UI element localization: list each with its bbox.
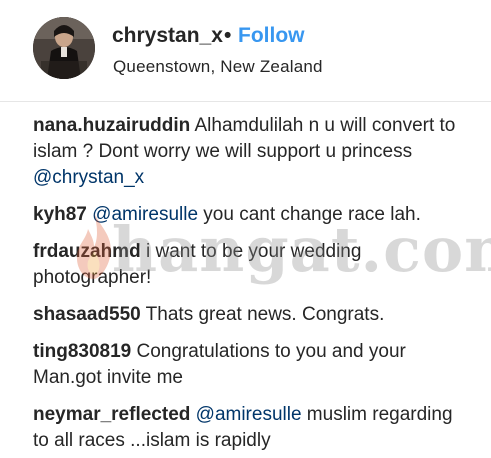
comment-item: neymar_reflected @amiresulle muslim rega… xyxy=(33,402,473,454)
comment-author[interactable]: neymar_reflected xyxy=(33,404,190,425)
comment-item: kyh87 @amiresulle you cant change race l… xyxy=(33,202,473,228)
avatar[interactable] xyxy=(33,17,95,79)
comment-author[interactable]: nana.huzairuddin xyxy=(33,115,190,136)
comment-author[interactable]: ting830819 xyxy=(33,341,131,362)
comment-mention[interactable]: @amiresulle xyxy=(196,404,302,425)
comment-author[interactable]: kyh87 xyxy=(33,204,87,225)
username-link[interactable]: chrystan_x xyxy=(112,24,223,48)
follow-button[interactable]: Follow xyxy=(238,24,305,48)
comment-item: shasaad550 Thats great news. Congrats. xyxy=(33,302,473,328)
comment-mention[interactable]: @chrystan_x xyxy=(33,167,144,188)
comment-text: you cant change race lah. xyxy=(198,204,421,225)
comment-author[interactable]: frdauzahmd xyxy=(33,241,141,262)
comment-text: Thats great news. Congrats. xyxy=(140,304,385,325)
comment-item: frdauzahmd i want to be your wedding pho… xyxy=(33,239,473,291)
post-header: chrystan_x • Follow Queenstown, New Zeal… xyxy=(0,0,491,102)
separator-dot: • xyxy=(224,24,232,47)
location-link[interactable]: Queenstown, New Zealand xyxy=(113,57,323,77)
comment-item: ting830819 Congratulations to you and yo… xyxy=(33,339,473,391)
comment-mention[interactable]: @amiresulle xyxy=(92,204,198,225)
comment-author[interactable]: shasaad550 xyxy=(33,304,141,325)
comment-item: nana.huzairuddin Alhamdulilah n u will c… xyxy=(33,113,473,191)
comments-list: nana.huzairuddin Alhamdulilah n u will c… xyxy=(33,113,473,458)
